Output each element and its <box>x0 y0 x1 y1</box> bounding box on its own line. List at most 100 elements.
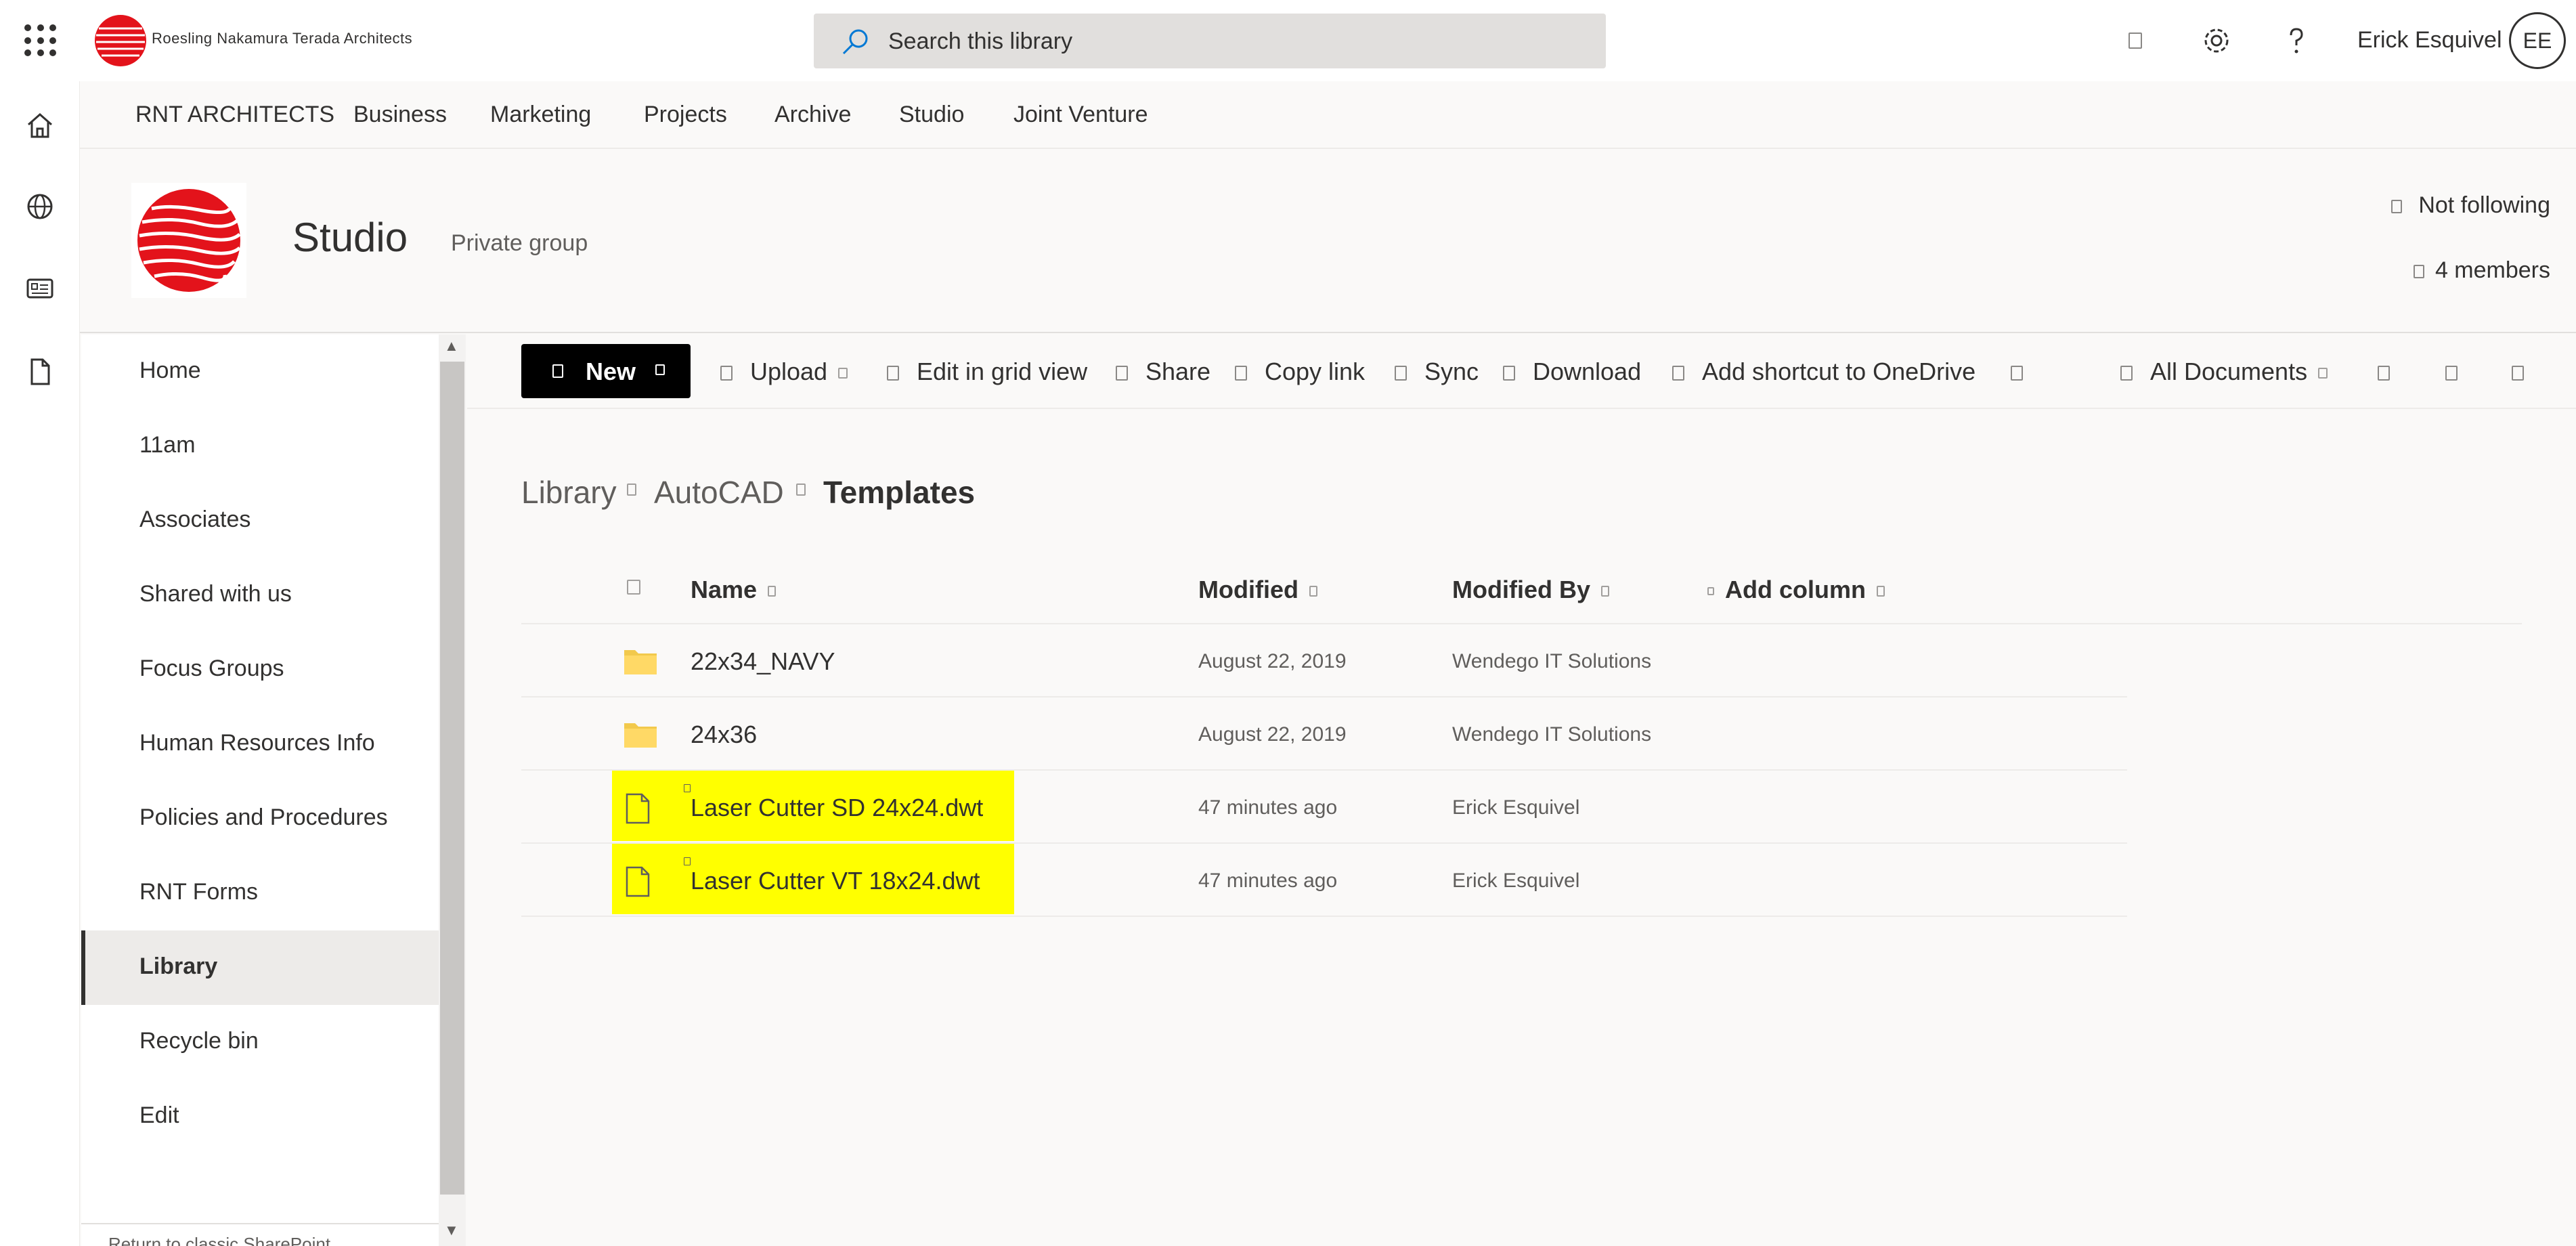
user-name[interactable]: Erick Esquivel <box>2357 27 2502 53</box>
modified-date: August 22, 2019 <box>1198 650 1347 672</box>
info-pane-icon[interactable] <box>2445 358 2458 386</box>
file-name-link[interactable]: 22x34_NAVY <box>691 647 835 676</box>
new-button[interactable]: New <box>521 344 691 398</box>
scroll-up-icon[interactable]: ▲ <box>444 337 459 355</box>
left-nav-scrollbar[interactable]: ▲ ▼ <box>439 335 466 1246</box>
add-column-button[interactable]: Add column <box>1707 576 1885 604</box>
sync-button[interactable]: Sync <box>1395 358 1479 386</box>
app-rail <box>0 81 80 1246</box>
hub-item-business[interactable]: Business <box>353 102 447 128</box>
more-commands-icon[interactable] <box>2011 358 2023 386</box>
hub-item-projects[interactable]: Projects <box>644 102 727 128</box>
hub-item-archive[interactable]: Archive <box>774 102 851 128</box>
news-icon[interactable] <box>20 268 60 307</box>
chevron-down-icon <box>1601 586 1609 597</box>
download-icon <box>1503 366 1515 381</box>
add-shortcut-button[interactable]: Add shortcut to OneDrive <box>1672 358 1975 386</box>
file-name-link[interactable]: 24x36 <box>691 721 757 749</box>
sync-icon <box>1395 366 1407 381</box>
file-name-link[interactable]: Laser Cutter VT 18x24.dwt <box>691 867 980 895</box>
shortcut-icon <box>1672 366 1684 381</box>
share-icon <box>1116 366 1128 381</box>
members-label: 4 members <box>2435 257 2550 283</box>
settings-gear-icon[interactable] <box>2200 24 2233 57</box>
avatar[interactable]: EE <box>2509 12 2566 69</box>
scrollbar-thumb[interactable] <box>440 362 464 1195</box>
hub-item-rnt-architects[interactable]: RNT ARCHITECTS <box>135 102 334 128</box>
breadcrumb-autocad[interactable]: AutoCAD <box>654 474 784 511</box>
modified-by[interactable]: Erick Esquivel <box>1452 869 1579 893</box>
modified-by[interactable]: Wendego IT Solutions <box>1452 650 1651 673</box>
add-icon <box>552 364 563 378</box>
folder-icon <box>624 650 657 674</box>
column-header-modified[interactable]: Modified <box>1198 576 1317 604</box>
help-question-icon[interactable] <box>2280 24 2313 57</box>
site-logo[interactable] <box>131 183 246 298</box>
hub-item-joint-venture[interactable]: Joint Venture <box>1013 102 1148 128</box>
download-button[interactable]: Download <box>1503 358 1641 386</box>
upload-button[interactable]: Upload <box>720 358 848 386</box>
org-name[interactable]: Roesling Nakamura Terada Architects <box>152 30 412 47</box>
modified-by[interactable]: Erick Esquivel <box>1452 796 1579 819</box>
list-row[interactable]: 22x34_NAVY August 22, 2019 Wendego IT So… <box>521 624 2127 697</box>
list-row[interactable]: Laser Cutter SD 24x24.dwt 47 minutes ago… <box>521 771 2127 844</box>
list-header: Name Modified Modified By Add column <box>521 562 2522 624</box>
nav-item-associates[interactable]: Associates <box>81 484 439 558</box>
follow-button[interactable]: Not following <box>2391 192 2550 219</box>
org-logo[interactable] <box>92 12 149 69</box>
nav-item-11am[interactable]: 11am <box>81 409 439 484</box>
nav-item-focus-groups[interactable]: Focus Groups <box>81 632 439 707</box>
return-to-classic-link[interactable]: Return to classic SharePoint <box>81 1223 439 1246</box>
globe-icon[interactable] <box>20 187 60 226</box>
column-header-modified-by[interactable]: Modified By <box>1452 576 1609 604</box>
nav-item-edit[interactable]: Edit <box>81 1079 439 1154</box>
document-icon[interactable] <box>20 352 60 391</box>
site-title[interactable]: Studio <box>292 214 408 261</box>
modified-date: 47 minutes ago <box>1198 869 1338 892</box>
search-input[interactable]: Search this library <box>888 28 1072 55</box>
copy-link-button[interactable]: Copy link <box>1235 358 1365 386</box>
modified-date: 47 minutes ago <box>1198 796 1338 819</box>
people-icon <box>2413 265 2424 279</box>
home-icon[interactable] <box>20 106 60 145</box>
modified-by[interactable]: Wendego IT Solutions <box>1452 723 1651 746</box>
folder-icon <box>624 723 657 748</box>
nav-item-human-resources[interactable]: Human Resources Info <box>81 707 439 781</box>
nav-item-shared-with-us[interactable]: Shared with us <box>81 558 439 632</box>
nav-item-library[interactable]: Library <box>81 930 439 1005</box>
notifications-icon[interactable] <box>2119 24 2152 57</box>
list-row[interactable]: 24x36 August 22, 2019 Wendego IT Solutio… <box>521 697 2127 771</box>
file-icon <box>626 866 650 897</box>
waffle-icon[interactable] <box>24 24 57 57</box>
breadcrumb-chevron-icon <box>627 484 636 496</box>
chevron-down-icon <box>2318 368 2328 379</box>
filter-icon[interactable] <box>2378 358 2390 386</box>
link-icon <box>1235 366 1247 381</box>
left-navigation: Home 11am Associates Shared with us Focu… <box>81 335 439 1246</box>
edit-grid-view-button[interactable]: Edit in grid view <box>887 358 1087 386</box>
fullscreen-icon[interactable] <box>2512 358 2524 386</box>
nav-item-policies[interactable]: Policies and Procedures <box>81 781 439 856</box>
site-header: Studio Private group Not following 4 mem… <box>80 150 2576 333</box>
select-all-checkbox[interactable] <box>627 580 640 595</box>
nav-item-home[interactable]: Home <box>81 335 439 409</box>
share-button[interactable]: Share <box>1116 358 1210 386</box>
breadcrumb-library[interactable]: Library <box>521 474 617 511</box>
search-box[interactable]: Search this library <box>814 14 1606 68</box>
column-header-name[interactable]: Name <box>691 576 777 604</box>
members-button[interactable]: 4 members <box>2413 257 2550 284</box>
modified-date: August 22, 2019 <box>1198 723 1347 746</box>
nav-item-recycle-bin[interactable]: Recycle bin <box>81 1005 439 1079</box>
view-selector-button[interactable]: All Documents <box>2120 358 2328 386</box>
upload-icon <box>720 366 733 381</box>
hub-item-marketing[interactable]: Marketing <box>490 102 591 128</box>
chevron-down-icon <box>1309 586 1317 597</box>
chevron-down-icon <box>838 368 848 379</box>
new-item-indicator-icon <box>684 857 691 865</box>
file-name-link[interactable]: Laser Cutter SD 24x24.dwt <box>691 794 983 822</box>
hub-item-studio[interactable]: Studio <box>899 102 964 128</box>
file-icon <box>626 793 650 824</box>
list-row[interactable]: Laser Cutter VT 18x24.dwt 47 minutes ago… <box>521 844 2127 917</box>
nav-item-rnt-forms[interactable]: RNT Forms <box>81 856 439 930</box>
scroll-down-icon[interactable]: ▼ <box>444 1222 459 1239</box>
